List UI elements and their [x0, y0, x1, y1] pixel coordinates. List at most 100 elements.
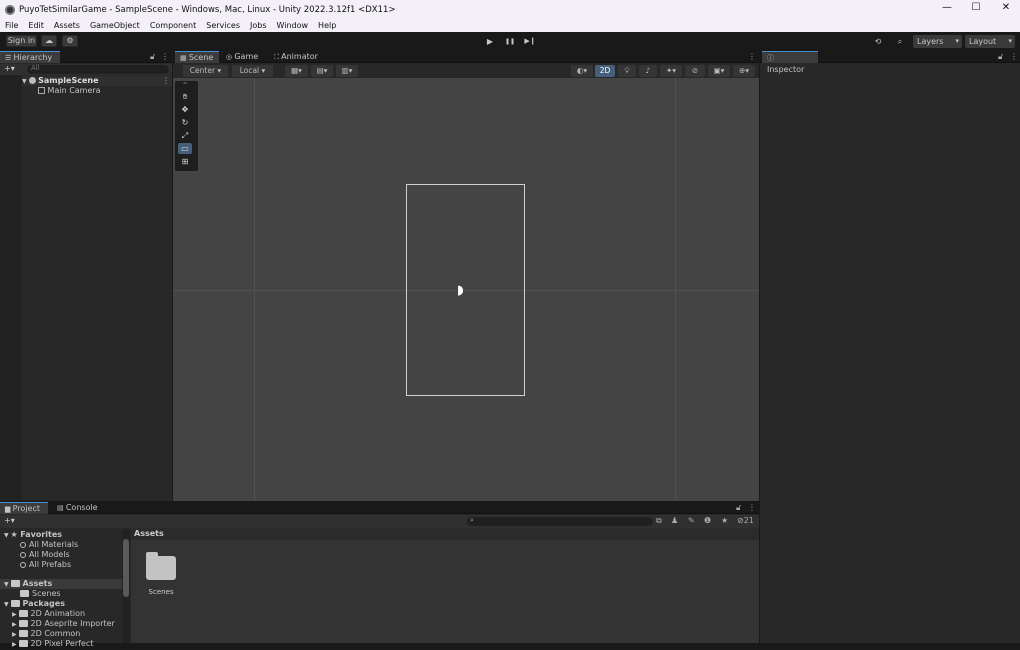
tab-animator[interactable]: ⛶ Animator — [269, 51, 325, 63]
hierarchy-item-main-camera[interactable]: Main Camera — [38, 86, 101, 96]
project-toolbar: +▾ ⌕ ⧉ ♟ ✎ ❶ ★ ⊘21 — [0, 515, 759, 528]
effects-icon[interactable]: ✦▾ — [660, 65, 682, 77]
tab-scene[interactable]: ▦ Scene — [175, 51, 219, 63]
project-content-area: Assets Scenes — [131, 528, 759, 643]
title-bar: PuyoTetSimilarGame - SampleScene - Windo… — [0, 0, 1020, 20]
favorite-all-prefabs[interactable]: All Prefabs — [20, 560, 71, 570]
folder-icon — [20, 590, 29, 597]
transform-icon[interactable]: ⊞ — [178, 156, 192, 167]
layout-dropdown[interactable]: Layout — [965, 35, 1015, 48]
add-button[interactable]: +▾ — [4, 516, 15, 525]
palette-handle-icon[interactable]: ═ — [178, 82, 192, 87]
star-icon: ★ — [10, 530, 18, 539]
label-icon[interactable]: ✎ — [688, 516, 695, 525]
packages-row[interactable]: ▼ Packages — [4, 599, 65, 609]
grid-visibility-icon[interactable]: ▤▾ — [311, 65, 333, 77]
tab-hierarchy[interactable]: ☰ Hierarchy — [0, 51, 60, 63]
menu-gameobject[interactable]: GameObject — [85, 20, 145, 32]
hidden-objects-icon[interactable]: ⊘ — [685, 65, 705, 77]
gizmos-icon[interactable]: ⊕▾ — [733, 65, 755, 77]
unity-scene-icon — [28, 77, 36, 84]
scale-icon[interactable]: ⤢ — [178, 130, 192, 141]
menu-component[interactable]: Component — [145, 20, 201, 32]
hierarchy-search-input[interactable]: All — [27, 64, 169, 74]
folder-tab-shape — [146, 552, 158, 558]
lighting-icon[interactable]: 💡︎ — [618, 65, 636, 77]
menu-file[interactable]: File — [0, 20, 23, 32]
unity-logo-icon — [5, 5, 15, 15]
scrollbar-thumb[interactable] — [123, 539, 129, 597]
pause-button[interactable]: ❚❚ — [501, 35, 519, 48]
layers-dropdown[interactable]: Layers — [913, 35, 962, 48]
more-icon[interactable]: ⋮ — [1010, 52, 1018, 61]
rect-icon[interactable]: ▭ — [178, 143, 192, 154]
menu-edit[interactable]: Edit — [23, 20, 49, 32]
scene-tabstrip: ▦ Scene ◎ Game ⛶ Animator ⋮ — [173, 51, 759, 63]
menu-jobs[interactable]: Jobs — [245, 20, 272, 32]
menu-services[interactable]: Services — [201, 20, 245, 32]
search-by-label-icon[interactable]: ♟ — [671, 516, 678, 525]
audio-icon[interactable]: ♪ — [639, 65, 657, 77]
search-icon — [20, 541, 26, 548]
folder-tree-scrollbar[interactable] — [122, 529, 130, 643]
scene-more-icon[interactable]: ⋮ — [162, 76, 170, 86]
history-icon[interactable]: ⟲ — [869, 35, 887, 48]
pivot-center-dropdown[interactable]: Center ▾ — [183, 65, 228, 77]
favorite-icon[interactable]: ★ — [721, 516, 728, 525]
folder-icon — [18, 620, 28, 627]
package-2d-pixel-perfect[interactable]: ▶ 2D Pixel Perfect — [12, 639, 93, 649]
camera-gizmo-icon[interactable]: ◗ — [457, 283, 464, 298]
breadcrumb-assets[interactable]: Assets — [134, 529, 164, 538]
asset-item-scenes-label[interactable]: Scenes — [141, 588, 181, 596]
camera-settings-icon[interactable]: ▣▾ — [708, 65, 730, 77]
grid-snap-icon[interactable]: ▦▾ — [285, 65, 308, 77]
tab-console[interactable]: ▤ Console — [52, 502, 104, 514]
favorites-row[interactable]: ▼ ★ Favorites — [4, 530, 62, 540]
increment-snap-icon[interactable]: ▥▾ — [336, 65, 358, 77]
tab-inspector[interactable]: ⓘ Inspector — [762, 51, 818, 74]
tab-game[interactable]: ◎ Game — [221, 51, 267, 63]
hidden-packages-icon[interactable]: ⊘21 — [737, 516, 754, 525]
sign-in-button[interactable]: Sign in — [6, 35, 37, 47]
assets-row[interactable]: ▼ Assets — [0, 579, 122, 589]
lock-icon[interactable]: 🔓︎ — [998, 52, 1003, 62]
search-by-type-icon[interactable]: ⧉ — [656, 516, 662, 526]
project-search-input[interactable]: ⌕ — [467, 516, 653, 526]
pivot-local-dropdown[interactable]: Local ▾ — [232, 65, 273, 77]
more-icon[interactable]: ⋮ — [161, 52, 169, 61]
gear-icon[interactable]: ⚙ — [62, 35, 78, 47]
search-icon[interactable]: ⌕ — [891, 35, 909, 48]
minimize-button[interactable]: — — [939, 2, 955, 16]
rotate-icon[interactable]: ↻ — [178, 117, 192, 128]
hand-icon[interactable]: ✋︎ — [178, 91, 192, 102]
scene-row[interactable]: ▼ SampleScene ⋮ — [22, 76, 172, 86]
search-icon — [20, 561, 26, 568]
lock-icon[interactable]: 🔓︎ — [736, 503, 741, 513]
2d-toggle-button[interactable]: 2D — [595, 65, 615, 77]
menu-assets[interactable]: Assets — [49, 20, 85, 32]
menu-window[interactable]: Window — [272, 20, 314, 32]
play-button[interactable]: ▶ — [481, 35, 499, 48]
lock-icon[interactable]: 🔓︎ — [150, 52, 155, 62]
package-2d-aseprite[interactable]: ▶ 2D Aseprite Importer — [12, 619, 115, 629]
hierarchy-toolbar: +▾ All — [0, 64, 172, 75]
favorite-all-materials[interactable]: All Materials — [20, 540, 78, 550]
folder-icon[interactable] — [146, 556, 176, 580]
folder-scenes[interactable]: Scenes — [20, 589, 61, 599]
info-icon[interactable]: ❶ — [704, 516, 711, 525]
package-2d-animation[interactable]: ▶ 2D Animation — [12, 609, 85, 619]
more-icon[interactable]: ⋮ — [748, 503, 756, 512]
favorite-all-models[interactable]: All Models — [20, 550, 70, 560]
maximize-button[interactable]: ☐ — [968, 2, 984, 16]
tab-project[interactable]: ▆ Project — [0, 502, 48, 514]
scene-more-icon[interactable]: ⋮ — [748, 52, 756, 61]
cloud-icon[interactable]: ☁ — [41, 35, 57, 47]
close-button[interactable]: ✕ — [998, 2, 1014, 16]
shading-mode-icon[interactable]: ◐▾ — [571, 65, 593, 77]
package-2d-common[interactable]: ▶ 2D Common — [12, 629, 80, 639]
step-button[interactable]: ▶❙ — [521, 35, 539, 48]
add-button[interactable]: +▾ — [4, 64, 15, 73]
scene-view[interactable]: ◗ — [173, 78, 759, 501]
move-icon[interactable]: ✥ — [178, 104, 192, 115]
menu-help[interactable]: Help — [313, 20, 341, 32]
